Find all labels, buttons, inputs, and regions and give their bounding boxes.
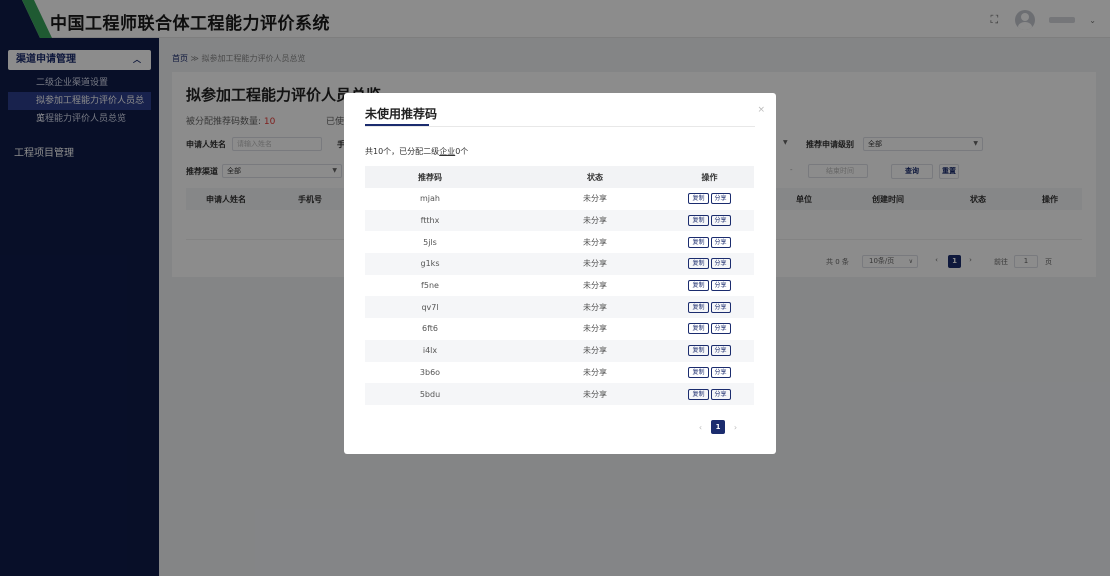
status-cell: 未分享 xyxy=(583,367,607,377)
table-row: 3b6o 未分享 复制 分享 xyxy=(365,362,754,384)
share-button[interactable]: 分享 xyxy=(710,215,731,227)
table-row: ftthx 未分享 复制 分享 xyxy=(365,209,754,232)
summary-link: 企业 xyxy=(439,147,456,156)
codes-table-header: 推荐码 状态 操作 xyxy=(365,166,754,188)
status-cell: 未分享 xyxy=(583,302,607,312)
actions-cell: 复制 分享 xyxy=(665,345,754,357)
actions-cell: 复制 分享 xyxy=(665,236,754,248)
copy-button[interactable]: 复制 xyxy=(688,215,709,227)
col-actions: 操作 xyxy=(701,172,718,182)
actions-cell: 复制 分享 xyxy=(665,258,754,270)
share-button[interactable]: 分享 xyxy=(710,388,731,400)
code-cell: 6ft6 xyxy=(422,324,438,334)
summary-suffix: 0个 xyxy=(455,147,469,156)
share-button[interactable]: 分享 xyxy=(710,323,731,335)
unused-codes-modal: 未使用推荐码 × 共10个，已分配二级企业0个 推荐码 状态 操作 mjah 未分… xyxy=(344,93,776,454)
actions-cell: 复制 分享 xyxy=(665,388,754,400)
copy-button[interactable]: 复制 xyxy=(688,193,709,205)
actions-cell: 复制 分享 xyxy=(665,366,754,378)
page-1[interactable]: 1 xyxy=(711,420,725,434)
close-icon[interactable]: × xyxy=(757,105,765,115)
table-row: f5ne 未分享 复制 分享 xyxy=(365,275,754,297)
copy-button[interactable]: 复制 xyxy=(688,301,709,313)
status-cell: 未分享 xyxy=(583,346,607,356)
copy-button[interactable]: 复制 xyxy=(688,345,709,357)
table-row: 5jls 未分享 复制 分享 xyxy=(365,231,754,253)
code-cell: 5bdu xyxy=(419,389,441,399)
code-cell: g1ks xyxy=(420,259,440,269)
code-cell: qv7l xyxy=(421,302,439,312)
table-row: mjah 未分享 复制 分享 xyxy=(365,188,754,210)
share-button[interactable]: 分享 xyxy=(710,236,731,248)
status-cell: 未分享 xyxy=(583,389,607,399)
code-cell: 5jls xyxy=(423,237,437,247)
status-cell: 未分享 xyxy=(583,216,607,226)
status-cell: 未分享 xyxy=(583,324,607,334)
actions-cell: 复制 分享 xyxy=(665,215,754,227)
code-cell: mjah xyxy=(420,194,440,204)
modal-divider xyxy=(365,126,755,127)
code-cell: 3b6o xyxy=(419,367,441,377)
copy-button[interactable]: 复制 xyxy=(688,388,709,400)
next-page-icon[interactable]: › xyxy=(730,421,741,434)
actions-cell: 复制 分享 xyxy=(665,323,754,335)
status-cell: 未分享 xyxy=(583,194,607,204)
codes-table: 推荐码 状态 操作 mjah 未分享 复制 分享 ftthx 未分享 复制 分享 5jls 未分享… xyxy=(365,166,754,405)
code-cell: ftthx xyxy=(420,216,440,226)
copy-button[interactable]: 复制 xyxy=(688,258,709,270)
col-status: 状态 xyxy=(587,172,603,182)
table-row: i4lx 未分享 复制 分享 xyxy=(365,339,754,362)
copy-button[interactable]: 复制 xyxy=(688,323,709,335)
share-button[interactable]: 分享 xyxy=(710,301,731,313)
modal-title-underline xyxy=(365,124,429,126)
share-button[interactable]: 分享 xyxy=(710,258,731,270)
modal-pagination: ‹ 1 › xyxy=(695,420,741,434)
table-row: 5bdu 未分享 复制 分享 xyxy=(365,383,754,405)
prev-page-icon[interactable]: ‹ xyxy=(695,421,706,434)
summary-prefix: 共10个，已分配二级 xyxy=(365,147,440,156)
status-cell: 未分享 xyxy=(583,237,607,247)
actions-cell: 复制 分享 xyxy=(665,280,754,292)
copy-button[interactable]: 复制 xyxy=(688,236,709,248)
copy-button[interactable]: 复制 xyxy=(688,366,709,378)
share-button[interactable]: 分享 xyxy=(710,193,731,205)
modal-title: 未使用推荐码 xyxy=(365,107,438,121)
table-row: qv7l 未分享 复制 分享 xyxy=(365,296,754,319)
share-button[interactable]: 分享 xyxy=(710,366,731,378)
table-row: 6ft6 未分享 复制 分享 xyxy=(365,318,754,340)
copy-button[interactable]: 复制 xyxy=(688,280,709,292)
share-button[interactable]: 分享 xyxy=(710,345,731,357)
share-button[interactable]: 分享 xyxy=(710,280,731,292)
col-code: 推荐码 xyxy=(418,172,442,182)
code-cell: f5ne xyxy=(421,281,439,291)
actions-cell: 复制 分享 xyxy=(665,301,754,313)
status-cell: 未分享 xyxy=(583,281,607,291)
actions-cell: 复制 分享 xyxy=(665,193,754,205)
modal-summary: 共10个，已分配二级企业0个 xyxy=(365,146,468,157)
table-row: g1ks 未分享 复制 分享 xyxy=(365,253,754,275)
status-cell: 未分享 xyxy=(583,259,607,269)
code-cell: i4lx xyxy=(422,346,438,356)
